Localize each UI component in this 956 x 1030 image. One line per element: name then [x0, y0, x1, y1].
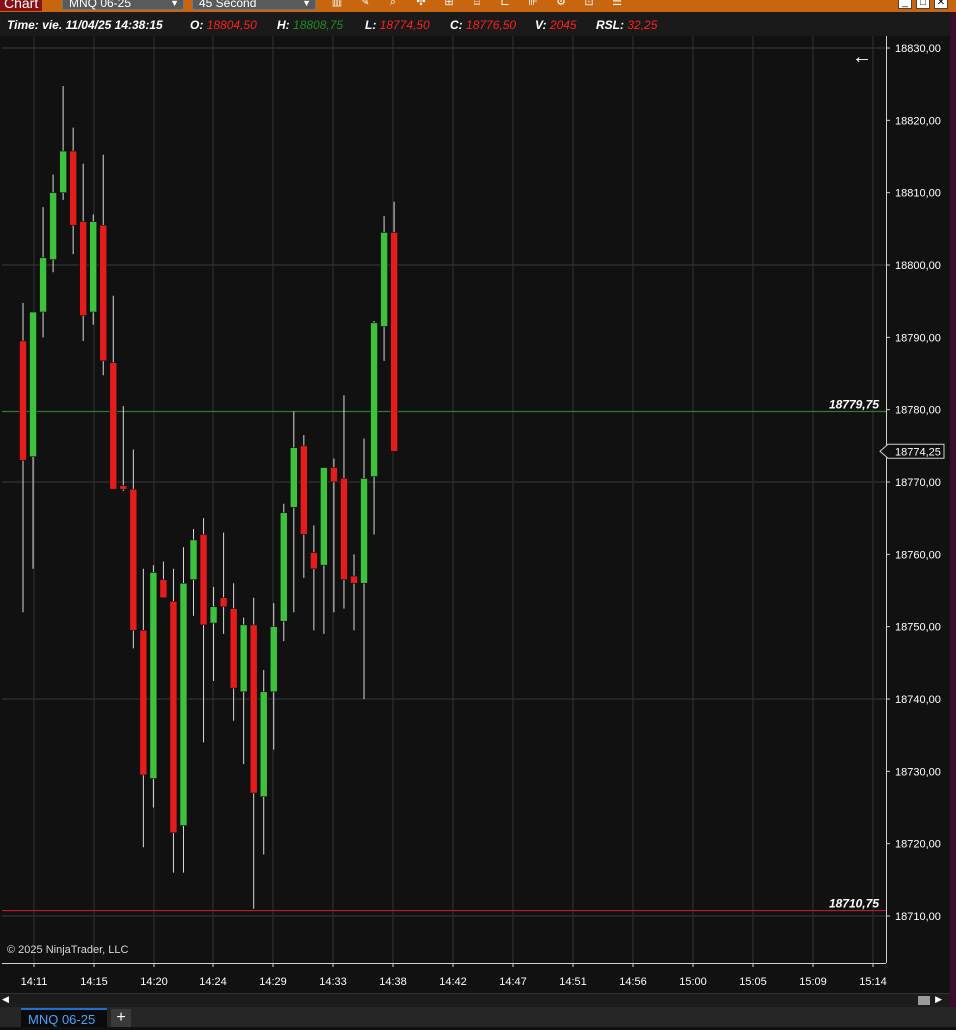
- y-tick-label: 18750,00: [895, 622, 941, 634]
- candle-down: [390, 232, 398, 452]
- candle-down: [330, 467, 338, 483]
- candle-down: [199, 534, 208, 626]
- candle-up: [269, 626, 278, 693]
- x-tick-label: 14:33: [319, 976, 347, 988]
- x-tick-label: 14:51: [559, 976, 587, 988]
- x-tick-label: 14:56: [619, 976, 647, 988]
- candle-up: [49, 192, 57, 260]
- x-tick-label: 14:15: [80, 976, 108, 988]
- candle-up: [360, 478, 368, 584]
- candle-up: [380, 232, 388, 327]
- candle-down: [129, 488, 138, 631]
- tab-mnq[interactable]: MNQ 06-25: [21, 1008, 107, 1027]
- y-tick-label: 18830,00: [895, 43, 941, 55]
- candle-down: [300, 445, 308, 535]
- scroll-thumb[interactable]: [918, 996, 930, 1005]
- candle-down: [139, 629, 148, 776]
- candle-down: [109, 362, 118, 490]
- candle-up: [279, 512, 288, 622]
- candle-down: [340, 478, 348, 580]
- x-tick-label: 14:38: [379, 976, 407, 988]
- tab-bar: MNQ 06-25 +: [0, 1007, 956, 1027]
- x-tick-label: 14:47: [499, 976, 527, 988]
- y-tick-label: 18740,00: [895, 694, 941, 706]
- x-tick-label: 15:14: [859, 976, 887, 988]
- y-tick-label: 18820,00: [895, 115, 941, 127]
- x-tick-label: 14:24: [199, 976, 227, 988]
- y-tick-label: 18730,00: [895, 766, 941, 778]
- y-tick-label: 18790,00: [895, 332, 941, 344]
- candle-down: [99, 224, 108, 362]
- candle-up: [89, 221, 98, 313]
- copyright-text: © 2025 NinjaTrader, LLC: [7, 944, 129, 956]
- candle-up: [29, 311, 37, 457]
- x-tick-label: 15:05: [739, 976, 767, 988]
- horizontal-scrollbar[interactable]: ◀ ▶: [0, 993, 950, 1007]
- x-tick-label: 15:09: [799, 976, 827, 988]
- candle-up: [239, 624, 248, 693]
- candle-up: [39, 257, 47, 313]
- y-tick-label: 18710,00: [895, 911, 941, 923]
- candle-down: [79, 221, 87, 316]
- price-line-label: 18710,75: [829, 897, 879, 911]
- candle-down: [249, 624, 258, 794]
- candle-down: [69, 150, 77, 226]
- candle-up: [189, 539, 198, 580]
- y-tick-label: 18800,00: [895, 260, 941, 272]
- candle-down: [119, 485, 128, 490]
- candle-up: [149, 572, 158, 779]
- candle-down: [219, 597, 228, 608]
- scroll-left-icon[interactable]: ◀: [2, 994, 9, 1005]
- x-tick-label: 14:11: [21, 976, 48, 988]
- candle-down: [159, 579, 168, 599]
- candle-up: [370, 322, 378, 477]
- candle-down: [310, 552, 318, 570]
- scroll-right-icon[interactable]: ▶: [935, 994, 942, 1005]
- x-tick-label: 14:29: [259, 976, 287, 988]
- candle-up: [259, 691, 268, 797]
- y-tick-label: 18770,00: [895, 477, 941, 489]
- y-tick-label: 18780,00: [895, 405, 941, 417]
- x-tick-label: 15:00: [679, 976, 707, 988]
- candle-up: [290, 447, 298, 508]
- candle-up: [320, 467, 328, 566]
- y-tick-label: 18760,00: [895, 549, 941, 561]
- candle-down: [229, 608, 238, 689]
- x-tick-label: 14:42: [439, 976, 467, 988]
- price-chart[interactable]: 18779,75 18710,75 18830,00 18820,00 18810,0…: [0, 0, 956, 1027]
- add-tab-button[interactable]: +: [111, 1009, 131, 1027]
- window-edge: [950, 12, 956, 1012]
- candle-up: [179, 582, 188, 826]
- y-tick-label: 18810,00: [895, 188, 941, 200]
- candle-up: [59, 150, 67, 193]
- y-tick-label: 18720,00: [895, 839, 941, 851]
- current-price-label: 18774,25: [895, 446, 941, 458]
- candle-down: [169, 601, 178, 834]
- x-tick-label: 14:20: [140, 976, 168, 988]
- arrow-left-icon[interactable]: ←: [852, 46, 872, 69]
- candle-up: [209, 606, 218, 624]
- candle-down: [19, 340, 27, 461]
- candle-down: [350, 575, 358, 584]
- price-line-label: 18779,75: [829, 397, 879, 411]
